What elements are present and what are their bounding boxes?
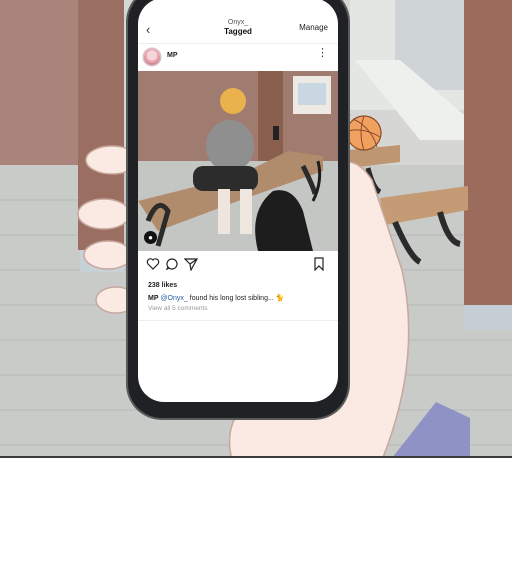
tagged-header: ‹ Onyx_ Tagged Manage	[138, 18, 338, 40]
user-tag-icon[interactable]: ●	[144, 231, 157, 244]
header-username: Onyx_	[227, 19, 249, 26]
post-caption: MP @Onyx_ found his long lost sibling...…	[148, 294, 284, 302]
post-header: MP ⋮	[138, 43, 338, 70]
comment-icon[interactable]	[165, 257, 179, 271]
more-icon[interactable]: ⋮	[317, 48, 328, 59]
cat-emoji-icon: 🐈	[275, 295, 285, 302]
bookmark-icon[interactable]	[312, 257, 326, 271]
basketball-image	[346, 108, 382, 151]
caption-text: found his long lost sibling...	[189, 295, 274, 302]
page-title: Tagged	[224, 27, 252, 36]
header-title: Onyx_ Tagged	[188, 18, 288, 36]
divider	[138, 320, 338, 321]
instagram-screen: ‹ Onyx_ Tagged Manage MP ⋮ ● 238 likes M…	[138, 0, 338, 402]
post-photo[interactable]: ●	[138, 71, 338, 251]
back-icon[interactable]: ‹	[146, 22, 150, 37]
caption-mention[interactable]: @Onyx_	[160, 295, 187, 302]
comic-panel: ‹ Onyx_ Tagged Manage MP ⋮ ● 238 likes M…	[0, 0, 512, 458]
heart-icon[interactable]	[146, 257, 160, 271]
post-actions	[138, 257, 338, 275]
manage-button[interactable]: Manage	[299, 23, 328, 32]
smartphone: ‹ Onyx_ Tagged Manage MP ⋮ ● 238 likes M…	[128, 0, 348, 418]
photo-illustration	[138, 71, 338, 251]
caption-author[interactable]: MP	[148, 295, 159, 302]
share-icon[interactable]	[184, 257, 198, 271]
view-comments-link[interactable]: View all 5 comments	[148, 305, 208, 312]
panel-border	[0, 456, 512, 458]
poster-username[interactable]: MP	[167, 52, 178, 59]
avatar[interactable]	[144, 49, 160, 65]
likes-count[interactable]: 238 likes	[148, 282, 177, 289]
